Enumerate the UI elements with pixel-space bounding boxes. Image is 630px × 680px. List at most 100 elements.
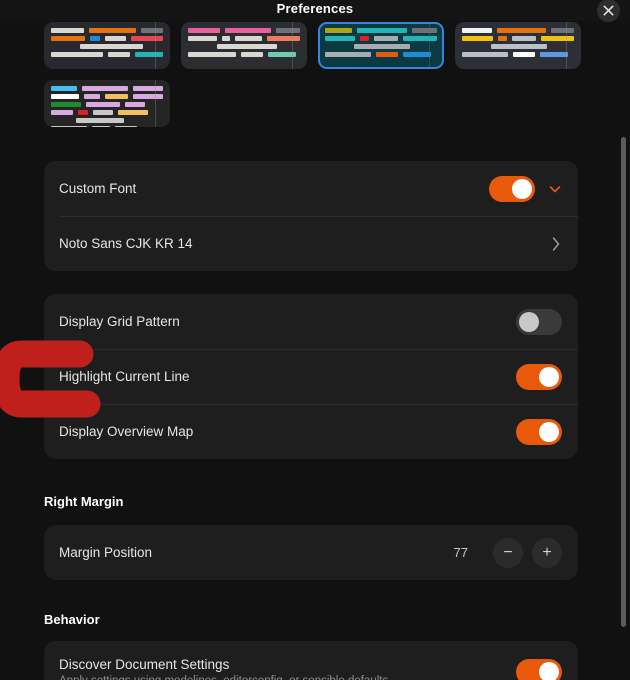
custom-font-row[interactable]: Custom Font bbox=[44, 161, 578, 216]
theme-code-line bbox=[51, 28, 163, 33]
margin-position-value: 77 bbox=[453, 545, 468, 560]
font-name-row[interactable]: Noto Sans CJK KR 14 bbox=[44, 216, 578, 271]
theme-code-token bbox=[89, 28, 136, 33]
theme-code-line bbox=[462, 52, 574, 57]
theme-code-token bbox=[354, 44, 410, 49]
display-setting-toggle[interactable] bbox=[516, 418, 562, 445]
margin-position-row[interactable]: Margin Position 77 − + bbox=[44, 525, 578, 580]
font-name-label: Noto Sans CJK KR 14 bbox=[59, 236, 193, 251]
theme-code-token bbox=[188, 52, 236, 57]
toggle-knob bbox=[539, 662, 559, 680]
window-title: Preferences bbox=[276, 1, 354, 16]
theme-code-line bbox=[325, 28, 437, 33]
theme-code-token bbox=[51, 126, 87, 127]
theme-code-token bbox=[115, 126, 137, 127]
theme-preview-1[interactable] bbox=[44, 22, 170, 69]
behavior-section-title: Behavior bbox=[44, 612, 100, 627]
vertical-scrollbar-thumb[interactable] bbox=[621, 137, 626, 627]
theme-code-line bbox=[51, 36, 163, 41]
preferences-window: Preferences Custom Font Noto Sans CJK KR… bbox=[0, 0, 630, 680]
theme-code-line bbox=[462, 44, 574, 49]
theme-preview-row bbox=[44, 80, 534, 127]
theme-code-token bbox=[82, 86, 129, 91]
chevron-down-icon[interactable] bbox=[548, 182, 562, 196]
theme-code-token bbox=[133, 94, 163, 99]
display-setting-toggle[interactable] bbox=[516, 363, 562, 390]
theme-code-token bbox=[51, 52, 103, 57]
theme-code-line bbox=[325, 44, 437, 49]
close-button[interactable] bbox=[597, 0, 620, 22]
display-setting-label: Display Overview Map bbox=[59, 424, 194, 439]
discover-document-settings-sublabel: Apply settings using modelines, editorco… bbox=[59, 675, 516, 680]
theme-code-token bbox=[130, 36, 163, 41]
theme-code-line bbox=[325, 36, 437, 41]
theme-code-token bbox=[360, 36, 369, 41]
theme-code-token bbox=[51, 36, 85, 41]
theme-preview-gutter bbox=[566, 22, 567, 69]
theme-code-token bbox=[541, 36, 574, 41]
custom-font-label: Custom Font bbox=[59, 181, 137, 196]
margin-position-label: Margin Position bbox=[59, 545, 153, 560]
theme-code-line bbox=[51, 110, 163, 115]
theme-code-token bbox=[267, 36, 300, 41]
theme-preview-4[interactable] bbox=[455, 22, 581, 69]
theme-code-line bbox=[325, 52, 437, 57]
preferences-scroll-area[interactable]: Custom Font Noto Sans CJK KR 14 Display … bbox=[0, 21, 630, 680]
discover-document-settings-toggle[interactable] bbox=[516, 659, 562, 680]
theme-code-line bbox=[188, 36, 300, 41]
theme-preview-2[interactable] bbox=[181, 22, 307, 69]
theme-code-token bbox=[325, 52, 371, 57]
right-margin-section-title: Right Margin bbox=[44, 494, 124, 509]
display-setting-toggle[interactable] bbox=[516, 308, 562, 335]
theme-code-token bbox=[78, 110, 88, 115]
theme-code-token bbox=[497, 28, 546, 33]
display-setting-row[interactable]: Display Grid Pattern bbox=[44, 294, 578, 349]
display-settings-card: Display Grid Pattern Highlight Current Li… bbox=[44, 294, 578, 459]
theme-preview-code bbox=[318, 22, 444, 69]
theme-code-token bbox=[104, 36, 126, 41]
theme-code-token bbox=[51, 86, 78, 91]
theme-code-token bbox=[403, 36, 437, 41]
toggle-knob bbox=[539, 421, 559, 442]
theme-preview-3[interactable] bbox=[318, 22, 444, 69]
theme-preview-5[interactable] bbox=[44, 80, 170, 127]
display-setting-row[interactable]: Highlight Current Line bbox=[44, 349, 578, 404]
theme-code-token bbox=[491, 44, 547, 49]
theme-code-token bbox=[513, 52, 535, 57]
theme-code-token bbox=[51, 94, 79, 99]
theme-code-token bbox=[51, 102, 81, 107]
display-setting-label: Display Grid Pattern bbox=[59, 314, 180, 329]
discover-document-settings-label: Discover Document Settings bbox=[59, 657, 230, 672]
custom-font-toggle[interactable] bbox=[489, 175, 535, 202]
theme-code-token bbox=[376, 52, 398, 57]
theme-code-token bbox=[373, 36, 399, 41]
theme-code-token bbox=[92, 126, 110, 127]
theme-code-token bbox=[118, 110, 148, 115]
theme-code-line bbox=[51, 118, 163, 123]
theme-code-token bbox=[325, 28, 353, 33]
right-margin-card: Margin Position 77 − + bbox=[44, 525, 578, 580]
theme-code-token bbox=[86, 102, 120, 107]
margin-position-increment-button[interactable]: + bbox=[532, 537, 562, 568]
display-setting-row[interactable]: Display Overview Map bbox=[44, 404, 578, 459]
theme-code-line bbox=[462, 36, 574, 41]
theme-code-token bbox=[51, 28, 84, 33]
theme-code-token bbox=[276, 28, 300, 33]
discover-document-settings-row[interactable]: Discover Document Settings Apply setting… bbox=[44, 641, 578, 680]
theme-preview-gutter bbox=[155, 80, 156, 127]
theme-code-token bbox=[133, 86, 163, 91]
margin-position-decrement-button[interactable]: − bbox=[493, 537, 523, 568]
theme-code-line bbox=[51, 94, 163, 99]
theme-preview-code bbox=[44, 80, 170, 127]
theme-code-token bbox=[403, 52, 431, 57]
toggle-knob bbox=[512, 178, 532, 199]
close-icon bbox=[603, 5, 614, 16]
theme-preview-gutter bbox=[155, 22, 156, 69]
theme-code-token bbox=[140, 28, 163, 33]
theme-code-token bbox=[325, 36, 356, 41]
theme-code-line bbox=[188, 28, 300, 33]
theme-code-token bbox=[83, 94, 100, 99]
theme-code-line bbox=[51, 102, 163, 107]
theme-code-token bbox=[462, 52, 508, 57]
theme-code-line bbox=[51, 52, 163, 57]
